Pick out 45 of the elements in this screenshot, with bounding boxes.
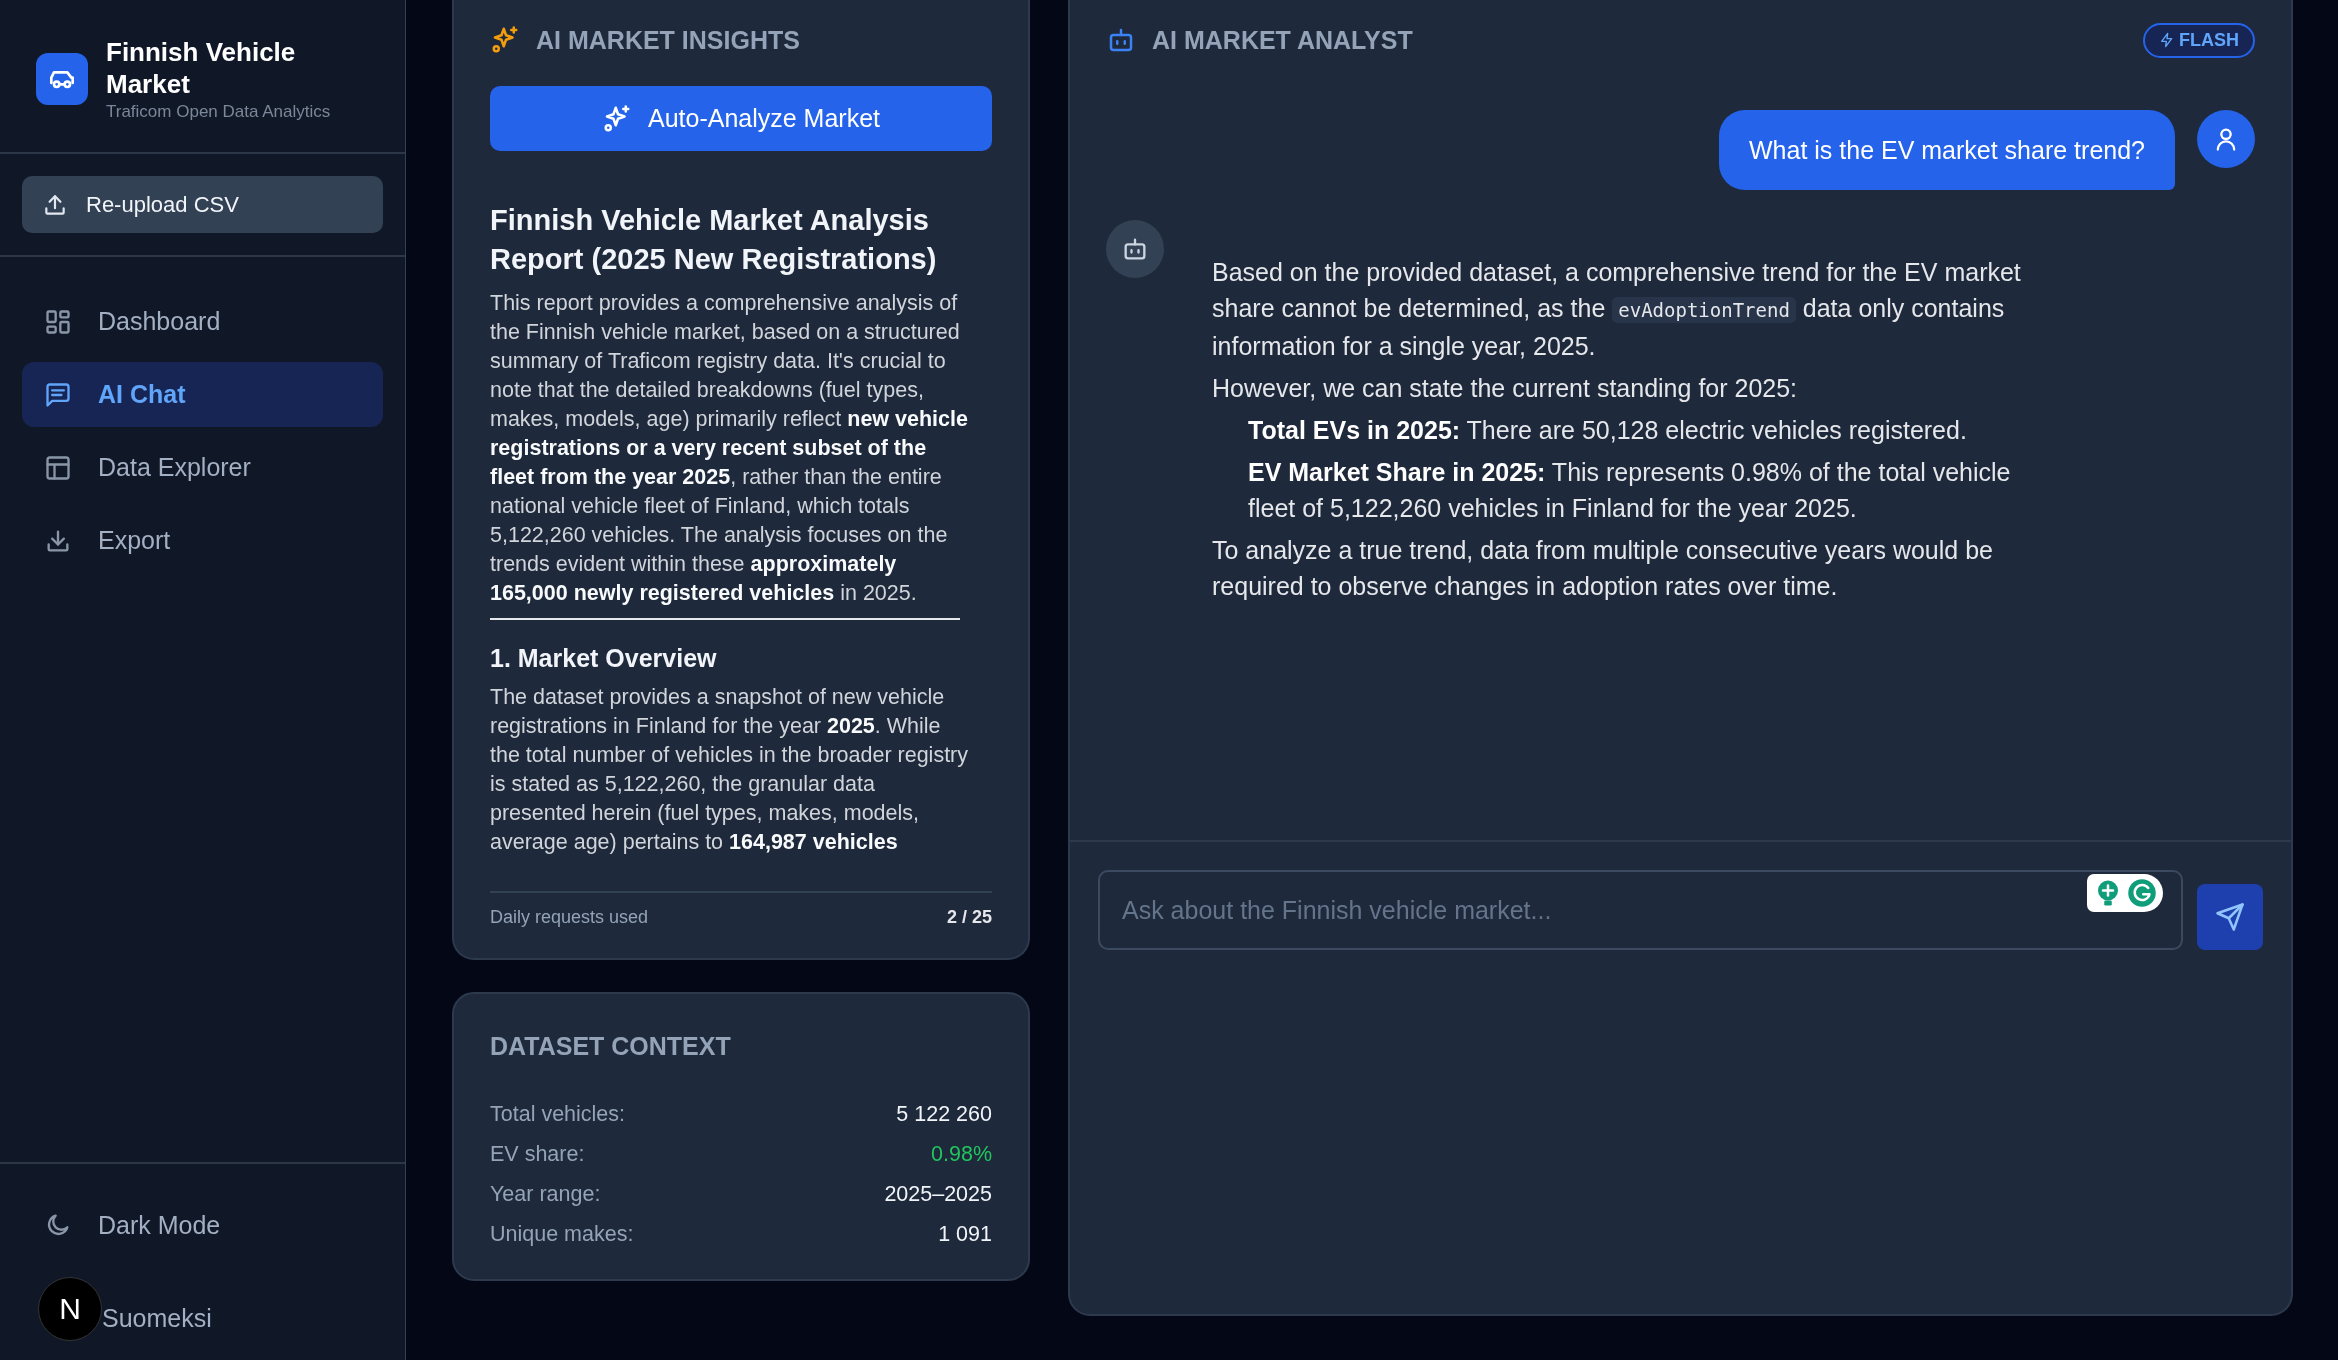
stat-value: 5 122 260 [896,1102,992,1127]
stat-label: Unique makes: [490,1222,634,1247]
user-message: What is the EV market share trend? [1719,110,2175,190]
chat-icon [44,380,72,409]
sparkle-icon [490,25,520,55]
nav-item[interactable]: AI Chat [22,362,383,427]
card-title: DATASET CONTEXT [490,1031,731,1061]
stat-label: Year range: [490,1182,601,1207]
report-paragraph: The dataset provides a snapshot of new vehicle registrations in Finland for the year 2025. While the total number of vehicles in the broader registry is stated as 5,122,260, the granular data presented herein (fuel types, makes, models, average age) pertains to 164,987 vehicles [490,684,970,856]
dev-tools-badge[interactable]: N [38,1277,102,1341]
usage-label: Daily requests used [490,907,649,928]
message-paragraph: Based on the provided dataset, a comprehensive trend for the EV market share cannot be determined, as the evAdoptionTrend data only contains information for a single year, 2025. [1212,257,2022,362]
stat-value: 2025–2025 [884,1182,992,1207]
table-icon [44,453,72,482]
nav-item[interactable]: Dashboard [22,289,383,354]
stat-label: EV share: [490,1142,585,1167]
stat-value: 0.98% [931,1142,992,1167]
theme-toggle[interactable]: Dark Mode [22,1194,383,1256]
language-toggle[interactable]: Suomeksi [102,1303,212,1333]
send-button[interactable] [2197,884,2263,950]
mode-badge: FLASH [2143,22,2255,58]
message-paragraph: However, we can state the current standing for 2025: [1212,373,1799,404]
nav-item[interactable]: Data Explorer [22,435,383,500]
upload-button[interactable]: Re-upload CSV [22,176,383,233]
g-logo-icon [2127,878,2157,908]
panel-title: AI MARKET INSIGHTS [536,25,800,55]
message-paragraph: To analyze a true trend, data from multiple consecutive years would be required to observe changes in adoption rates over time. [1212,535,1994,602]
analyze-button[interactable]: Auto-Analyze Market [490,86,992,151]
message-input[interactable]: Ask about the Finnish vehicle market... [1098,870,2183,950]
section-heading: 1. Market Overview [490,644,718,673]
report-paragraph: This report provides a comprehensive analysis of the Finnish vehicle market, based on a structured summary of Traficom registry data. It's crucial to note that the detailed breakdowns (fuel types, makes, models, age) primarily reflect new vehicle registrations or a very recent subset of the fleet from the year 2025, rather than the entire national vehicle fleet of Finland, which totals 5,122,260 vehicles. The analysis focuses on the trends evident within these approximately 165,000 newly registered vehicles in 2025. [490,290,969,607]
nav-item[interactable]: Export [22,508,383,573]
usage-count: 2 / 25 [946,907,992,928]
send-icon [2215,902,2245,932]
app-title: Finnish Vehicle Market [106,36,297,100]
stat-label: Total vehicles: [490,1102,626,1127]
dashboard-icon [44,307,72,336]
report-title: Finnish Vehicle Market Analysis Report (2025 New Registrations) [490,203,938,277]
extension-widget[interactable] [2087,874,2163,912]
list-item: Total EVs in 2025: There are 50,128 electric vehicles registered. [1248,415,1968,446]
panel-title: AI MARKET ANALYST [1152,25,1413,55]
list-item: EV Market Share in 2025: This represents 0.98% of the total vehicle fleet of 5,122,260 vehicles in Finland for the year 2025. [1248,457,2012,524]
lightning-icon [2159,32,2175,48]
stat-value: 1 091 [938,1222,992,1247]
app-subtitle: Traficom Open Data Analytics [106,102,332,122]
